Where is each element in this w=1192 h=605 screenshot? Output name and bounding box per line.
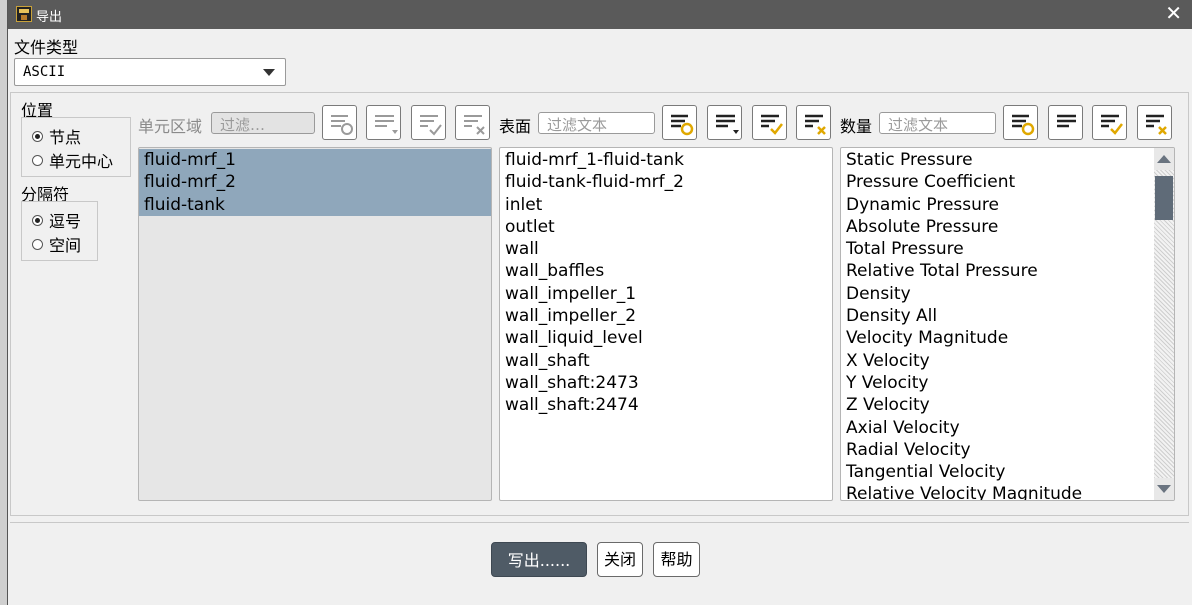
cell-zones-filter-toggle-button[interactable] bbox=[322, 105, 357, 140]
options-panel: 位置 节点 单元中心 分隔符 逗号 空间 单元区域 过滤… fluid-mrf_… bbox=[10, 92, 1189, 516]
title-bar: 导出 ✕ bbox=[8, 0, 1192, 29]
surface-item[interactable]: wall_baffles bbox=[500, 260, 832, 282]
deselect-all-icon bbox=[1146, 114, 1167, 135]
cell-zone-item[interactable]: fluid-mrf_2 bbox=[139, 171, 491, 194]
radio-space-indicator[interactable] bbox=[32, 238, 43, 250]
close-icon[interactable]: ✕ bbox=[1165, 3, 1182, 23]
surfaces-filter[interactable]: 过滤文本 bbox=[538, 112, 655, 134]
close-button[interactable]: 关闭 bbox=[597, 542, 643, 577]
background-app bbox=[0, 0, 7, 605]
quantity-item[interactable]: Tangential Velocity bbox=[841, 461, 1174, 483]
cell-zone-item[interactable]: fluid-tank bbox=[139, 193, 491, 216]
surfaces-list[interactable]: fluid-mrf_1-fluid-tank fluid-tank-fluid-m… bbox=[499, 147, 833, 501]
radio-cell-center-label: 单元中心 bbox=[49, 152, 114, 171]
quantities-select-all-button[interactable] bbox=[1092, 105, 1127, 140]
delimiter-group: 逗号 空间 bbox=[21, 201, 98, 261]
quantities-deselect-all-button[interactable] bbox=[1137, 105, 1172, 140]
quantity-item[interactable]: Radial Velocity bbox=[841, 439, 1174, 461]
cell-zones-filter[interactable]: 过滤… bbox=[211, 112, 315, 134]
quantity-item[interactable]: Dynamic Pressure bbox=[841, 194, 1174, 216]
cell-zones-list[interactable]: fluid-mrf_1 fluid-mrf_2 fluid-tank bbox=[138, 147, 492, 501]
list-options-icon bbox=[716, 114, 739, 134]
quantities-list[interactable]: Static Pressure Pressure Coefficient Dynam… bbox=[840, 147, 1175, 501]
quantities-filter-toggle-button[interactable] bbox=[1003, 105, 1038, 140]
radio-cell-center[interactable]: 单元中心 bbox=[32, 148, 113, 172]
scroll-up-icon[interactable] bbox=[1157, 155, 1171, 163]
list-options-icon bbox=[375, 115, 398, 134]
deselect-all-icon bbox=[464, 115, 485, 135]
file-type-dropdown[interactable]: ASCII bbox=[14, 58, 286, 86]
quantity-item[interactable]: Relative Velocity Magnitude bbox=[841, 483, 1174, 500]
surface-item[interactable]: wall_impeller_1 bbox=[500, 283, 832, 305]
radio-comma-indicator[interactable] bbox=[32, 214, 43, 226]
quantities-label: 数量 bbox=[840, 117, 873, 136]
list-options-icon bbox=[1057, 114, 1076, 128]
quantities-scrollbar[interactable] bbox=[1154, 148, 1174, 500]
quantities-sort-button[interactable] bbox=[1048, 105, 1083, 140]
radio-node-indicator[interactable] bbox=[32, 130, 43, 142]
scroll-thumb[interactable] bbox=[1155, 176, 1173, 220]
surface-item[interactable]: outlet bbox=[500, 216, 832, 238]
quantity-item[interactable]: Density All bbox=[841, 305, 1174, 327]
scroll-down-icon[interactable] bbox=[1157, 485, 1171, 493]
write-button[interactable]: 写出...... bbox=[491, 542, 587, 577]
surface-item[interactable]: fluid-mrf_1-fluid-tank bbox=[500, 149, 832, 171]
surface-item[interactable]: wall_shaft:2473 bbox=[500, 372, 832, 394]
radio-node[interactable]: 节点 bbox=[32, 124, 81, 148]
quantity-item[interactable]: Velocity Magnitude bbox=[841, 327, 1174, 349]
quantity-item[interactable]: Pressure Coefficient bbox=[841, 171, 1174, 193]
select-all-icon bbox=[761, 114, 783, 135]
separator bbox=[10, 522, 1189, 523]
surfaces-deselect-all-button[interactable] bbox=[796, 105, 831, 140]
app-icon bbox=[16, 6, 32, 22]
surfaces-label: 表面 bbox=[499, 117, 532, 136]
window-title: 导出 bbox=[36, 10, 63, 25]
radio-cell-center-indicator[interactable] bbox=[32, 154, 43, 166]
quantity-item[interactable]: Static Pressure bbox=[841, 149, 1174, 171]
cell-zones-sort-button[interactable] bbox=[366, 105, 401, 140]
cell-zones-select-all-button[interactable] bbox=[411, 105, 446, 140]
cell-zone-item[interactable]: fluid-mrf_1 bbox=[139, 149, 491, 172]
surface-item[interactable]: wall_impeller_2 bbox=[500, 305, 832, 327]
quantity-item[interactable]: Total Pressure bbox=[841, 238, 1174, 260]
file-type-value: ASCII bbox=[23, 64, 66, 80]
radio-space[interactable]: 空间 bbox=[32, 232, 81, 256]
radio-comma-label: 逗号 bbox=[49, 212, 82, 231]
surface-item[interactable]: wall bbox=[500, 238, 832, 260]
quantity-item[interactable]: X Velocity bbox=[841, 350, 1174, 372]
quantities-filter[interactable]: 过滤文本 bbox=[879, 112, 996, 134]
select-all-icon bbox=[420, 115, 442, 136]
filter-clear-icon bbox=[1012, 114, 1035, 136]
cell-zones-label: 单元区域 bbox=[138, 117, 203, 136]
filter-clear-icon bbox=[331, 115, 353, 135]
surface-item[interactable]: fluid-tank-fluid-mrf_2 bbox=[500, 171, 832, 193]
deselect-all-icon bbox=[805, 114, 826, 135]
cell-zones-deselect-all-button[interactable] bbox=[455, 105, 490, 140]
surfaces-filter-toggle-button[interactable] bbox=[662, 105, 697, 140]
chevron-down-icon bbox=[263, 69, 275, 76]
quantity-item[interactable]: Z Velocity bbox=[841, 394, 1174, 416]
radio-node-label: 节点 bbox=[49, 128, 82, 147]
surface-item[interactable]: inlet bbox=[500, 194, 832, 216]
quantity-item[interactable]: Y Velocity bbox=[841, 372, 1174, 394]
surface-item[interactable]: wall_shaft:2474 bbox=[500, 394, 832, 416]
select-all-icon bbox=[1101, 114, 1123, 135]
help-button[interactable]: 帮助 bbox=[653, 542, 700, 577]
quantity-item[interactable]: Density bbox=[841, 283, 1174, 305]
quantity-item[interactable]: Axial Velocity bbox=[841, 417, 1174, 439]
surface-item[interactable]: wall_shaft bbox=[500, 350, 832, 372]
quantity-item[interactable]: Relative Total Pressure bbox=[841, 260, 1174, 282]
export-dialog: 导出 ✕ 文件类型 ASCII 位置 节点 单元中心 分隔符 逗号 空间 单元区… bbox=[7, 0, 1192, 605]
location-group: 节点 单元中心 bbox=[21, 117, 131, 177]
file-type-label: 文件类型 bbox=[14, 38, 79, 57]
quantity-item[interactable]: Absolute Pressure bbox=[841, 216, 1174, 238]
radio-comma[interactable]: 逗号 bbox=[32, 208, 81, 232]
surfaces-sort-button[interactable] bbox=[707, 105, 742, 140]
surfaces-select-all-button[interactable] bbox=[752, 105, 787, 140]
surface-item[interactable]: wall_liquid_level bbox=[500, 327, 832, 349]
radio-space-label: 空间 bbox=[49, 236, 82, 255]
filter-clear-icon bbox=[671, 114, 694, 136]
